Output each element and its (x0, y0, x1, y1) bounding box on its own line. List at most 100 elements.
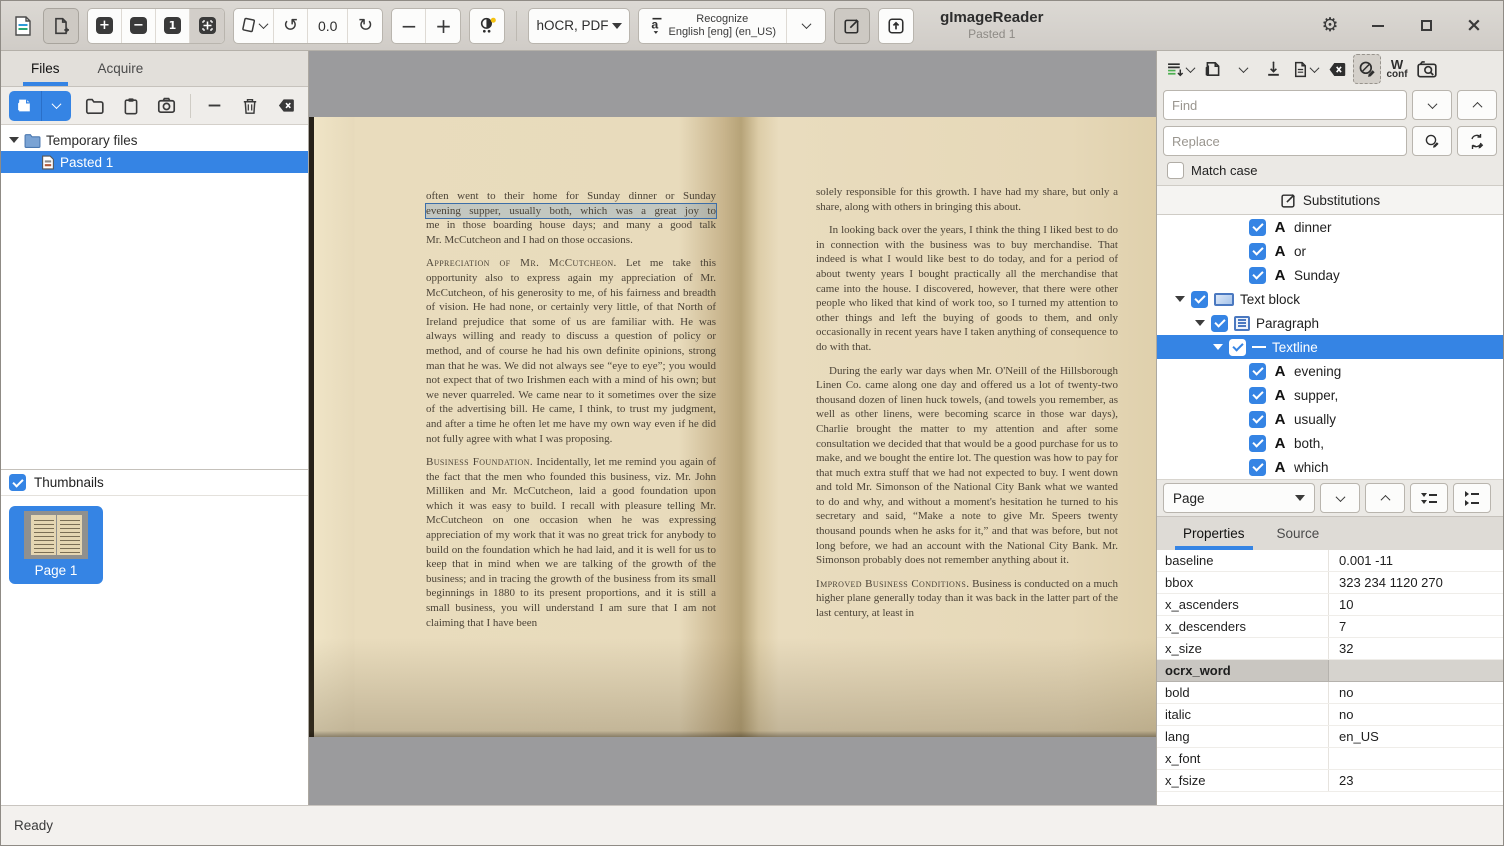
zoom-fit-button[interactable] (190, 9, 224, 43)
property-row[interactable]: baseline0.001 -11 (1157, 550, 1503, 572)
zoom-out-button[interactable] (122, 9, 156, 43)
tree-item-word[interactable]: usually (1157, 407, 1503, 431)
expander-icon[interactable] (1195, 320, 1205, 326)
rotate-mode-dropdown[interactable] (234, 9, 274, 43)
import-button[interactable] (1259, 54, 1287, 84)
expander-icon[interactable] (1213, 344, 1223, 350)
tree-item-paragraph[interactable]: Paragraph (1157, 311, 1503, 335)
recognize-language-dropdown[interactable] (787, 9, 825, 43)
screenshot-button[interactable] (154, 92, 180, 120)
find-replace-toggle[interactable] (1353, 54, 1381, 84)
tree-item-word[interactable]: evening (1157, 359, 1503, 383)
remove-source-button[interactable] (201, 92, 227, 120)
tree-item-pasted-1[interactable]: Pasted 1 (1, 151, 308, 173)
rotate-left-button[interactable]: ↺ (274, 9, 308, 43)
clear-output-button[interactable] (1323, 54, 1351, 84)
substitutions-button[interactable]: Substitutions (1157, 185, 1503, 215)
tab-source[interactable]: Source (1263, 517, 1334, 550)
property-row[interactable]: x_fsize23 (1157, 770, 1503, 792)
checkbox[interactable] (1249, 411, 1266, 428)
expander-icon[interactable] (1175, 296, 1185, 302)
thumbnail-page-1[interactable]: Page 1 (9, 506, 103, 584)
expand-all-button[interactable] (1453, 483, 1491, 513)
rotation-value[interactable]: 0.0 (308, 9, 348, 43)
word-confidence-toggle[interactable]: W conf (1383, 54, 1411, 84)
next-item-button[interactable] (1320, 483, 1360, 513)
replace-all-button[interactable] (1457, 126, 1497, 156)
open-output-button[interactable] (878, 8, 914, 44)
previous-item-button[interactable] (1365, 483, 1405, 513)
rotate-right-button[interactable]: ↻ (348, 9, 382, 43)
property-row[interactable]: bbox323 234 1120 270 (1157, 572, 1503, 594)
find-previous-button[interactable] (1457, 90, 1497, 120)
paste-button[interactable] (117, 92, 143, 120)
tree-item-temporary-files[interactable]: Temporary files (1, 129, 308, 151)
property-row[interactable]: langen_US (1157, 726, 1503, 748)
decrement-button[interactable]: − (392, 9, 426, 43)
clear-sources-button[interactable] (274, 92, 300, 120)
tree-item-text-block[interactable]: Text block (1157, 287, 1503, 311)
tree-item-word[interactable]: both, (1157, 431, 1503, 455)
property-row[interactable]: x_font (1157, 748, 1503, 770)
add-images-button[interactable] (9, 91, 41, 121)
export-format-dropdown[interactable]: hOCR, PDF (528, 8, 630, 44)
checkbox[interactable] (1249, 387, 1266, 404)
property-row[interactable]: italicno (1157, 704, 1503, 726)
find-next-button[interactable] (1412, 90, 1452, 120)
zoom-in-button[interactable] (88, 9, 122, 43)
delete-source-button[interactable] (237, 92, 263, 120)
target-select[interactable]: Page (1163, 483, 1315, 513)
collapse-all-button[interactable] (1410, 483, 1448, 513)
checkbox[interactable] (1249, 243, 1266, 260)
save-dropdown[interactable] (1289, 54, 1321, 84)
maximize-button[interactable] (1415, 15, 1437, 37)
tree-item-textline[interactable]: Textline (1157, 335, 1503, 359)
checkbox[interactable] (1211, 315, 1228, 332)
tree-item-word[interactable]: which (1157, 455, 1503, 479)
open-folder-button[interactable] (81, 92, 107, 120)
thumbnails-checkbox[interactable] (9, 474, 26, 491)
tab-acquire[interactable]: Acquire (82, 51, 160, 86)
tree-item-word[interactable]: Sunday (1157, 263, 1503, 287)
image-canvas[interactable]: often went to their home for Sunday dinn… (309, 51, 1156, 805)
tree-item-word[interactable]: dinner (1157, 215, 1503, 239)
open-dropdown[interactable] (1229, 54, 1257, 84)
checkbox[interactable] (1249, 459, 1266, 476)
zoom-original-button[interactable] (156, 9, 190, 43)
property-row[interactable]: boldno (1157, 682, 1503, 704)
property-row[interactable]: x_size32 (1157, 638, 1503, 660)
add-page-button[interactable] (43, 8, 79, 44)
tree-item-word[interactable]: supper, (1157, 383, 1503, 407)
settings-gear-button[interactable]: ⚙ (1319, 15, 1341, 37)
add-images-dropdown[interactable] (41, 91, 71, 121)
replace-button[interactable] (1412, 126, 1452, 156)
match-case-checkbox[interactable] (1167, 162, 1184, 179)
tab-files[interactable]: Files (15, 51, 76, 86)
checkbox[interactable] (1229, 339, 1246, 356)
checkbox[interactable] (1191, 291, 1208, 308)
checkbox[interactable] (1249, 267, 1266, 284)
open-hocr-button[interactable] (1199, 54, 1227, 84)
minimize-button[interactable] (1367, 15, 1389, 37)
toolbar-separator (516, 11, 517, 41)
scanned-book-image[interactable]: often went to their home for Sunday dinn… (309, 117, 1156, 737)
close-button[interactable]: × (1463, 15, 1485, 37)
recognize-button[interactable]: a Recognize English [eng] (en_US) (639, 9, 787, 43)
property-row[interactable]: x_descenders7 (1157, 616, 1503, 638)
toggle-output-pane-button[interactable] (834, 8, 870, 44)
preview-button[interactable] (1413, 54, 1441, 84)
increment-button[interactable]: + (426, 9, 460, 43)
selected-textline-box[interactable]: evening supper, usually both, which was … (426, 204, 716, 219)
tab-properties[interactable]: Properties (1169, 517, 1259, 550)
expander-icon[interactable] (9, 137, 19, 143)
image-controls-button[interactable] (469, 8, 505, 44)
checkbox[interactable] (1249, 219, 1266, 236)
find-input[interactable] (1163, 90, 1407, 120)
tree-item-word[interactable]: or (1157, 239, 1503, 263)
checkbox[interactable] (1249, 363, 1266, 380)
insert-mode-dropdown[interactable] (1163, 54, 1197, 84)
replace-input[interactable] (1163, 126, 1407, 156)
property-row[interactable]: x_ascenders10 (1157, 594, 1503, 616)
checkbox[interactable] (1249, 435, 1266, 452)
word-icon (1272, 364, 1288, 379)
